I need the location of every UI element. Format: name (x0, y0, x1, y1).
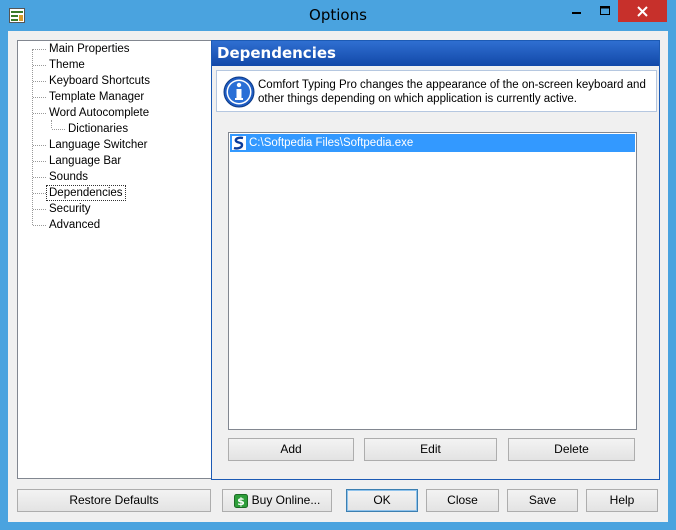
info-box: Comfort Typing Pro changes the appearanc… (216, 70, 657, 112)
help-button[interactable]: Help (586, 489, 658, 512)
dependencies-list[interactable]: C:\Softpedia Files\Softpedia.exe (228, 132, 637, 430)
softpedia-app-icon (232, 136, 246, 150)
tree-connector (52, 129, 65, 130)
options-window: Options Main Properties Theme Keyboard S… (0, 0, 676, 530)
title-bar[interactable]: Options (0, 0, 676, 31)
edit-button[interactable]: Edit (364, 438, 497, 461)
tree-item-security[interactable]: Security (47, 201, 93, 217)
tree-connector (33, 113, 46, 114)
tree-connector (33, 145, 46, 146)
minimize-icon (572, 12, 581, 14)
add-button[interactable]: Add (228, 438, 354, 461)
tree-connector (33, 65, 46, 66)
restore-defaults-button[interactable]: Restore Defaults (17, 489, 211, 512)
dollar-icon: $ (233, 493, 248, 508)
tree-connector (33, 49, 46, 50)
tree-connector (33, 161, 46, 162)
tree-connector (33, 209, 46, 210)
save-button[interactable]: Save (507, 489, 578, 512)
close-window-button[interactable] (618, 0, 667, 22)
tree-connector (33, 97, 46, 98)
tree-item-dictionaries[interactable]: Dictionaries (66, 121, 130, 137)
delete-button[interactable]: Delete (508, 438, 635, 461)
info-text: Comfort Typing Pro changes the appearanc… (258, 79, 646, 105)
dialog-client-area: Main Properties Theme Keyboard Shortcuts… (8, 31, 668, 522)
ok-button[interactable]: OK (346, 489, 418, 512)
tree-item-template-manager[interactable]: Template Manager (47, 89, 146, 105)
buy-online-label: Buy Online... (251, 493, 321, 507)
maximize-button[interactable] (591, 0, 618, 22)
list-item[interactable]: C:\Softpedia Files\Softpedia.exe (230, 134, 635, 152)
tree-connector (33, 193, 46, 194)
tree-item-word-autocomplete[interactable]: Word Autocomplete (47, 105, 151, 121)
tree-item-language-bar[interactable]: Language Bar (47, 153, 123, 169)
minimize-button[interactable] (563, 0, 591, 22)
tree-item-keyboard-shortcuts[interactable]: Keyboard Shortcuts (47, 73, 152, 89)
buy-online-button[interactable]: $ Buy Online... (222, 489, 332, 512)
tree-item-sounds[interactable]: Sounds (47, 169, 90, 185)
tree-connector (33, 177, 46, 178)
panel-title: Dependencies (212, 41, 659, 66)
svg-text:$: $ (237, 495, 245, 508)
close-button[interactable]: Close (426, 489, 499, 512)
tree-guide-line (32, 49, 33, 225)
tree-item-main-properties[interactable]: Main Properties (47, 41, 132, 57)
list-item-path: C:\Softpedia Files\Softpedia.exe (249, 137, 414, 149)
tree-guide-line (51, 120, 52, 128)
tree-item-advanced[interactable]: Advanced (47, 217, 102, 233)
tree-item-theme[interactable]: Theme (47, 57, 87, 73)
tree-item-dependencies[interactable]: Dependencies (46, 185, 126, 201)
dependencies-panel: Dependencies Comfort Typing Pro changes … (211, 40, 660, 480)
options-tree[interactable]: Main Properties Theme Keyboard Shortcuts… (17, 40, 212, 479)
maximize-icon (599, 6, 610, 15)
info-icon (223, 76, 255, 108)
close-icon (637, 5, 648, 17)
tree-connector (33, 81, 46, 82)
tree-connector (33, 225, 46, 226)
tree-item-language-switcher[interactable]: Language Switcher (47, 137, 149, 153)
